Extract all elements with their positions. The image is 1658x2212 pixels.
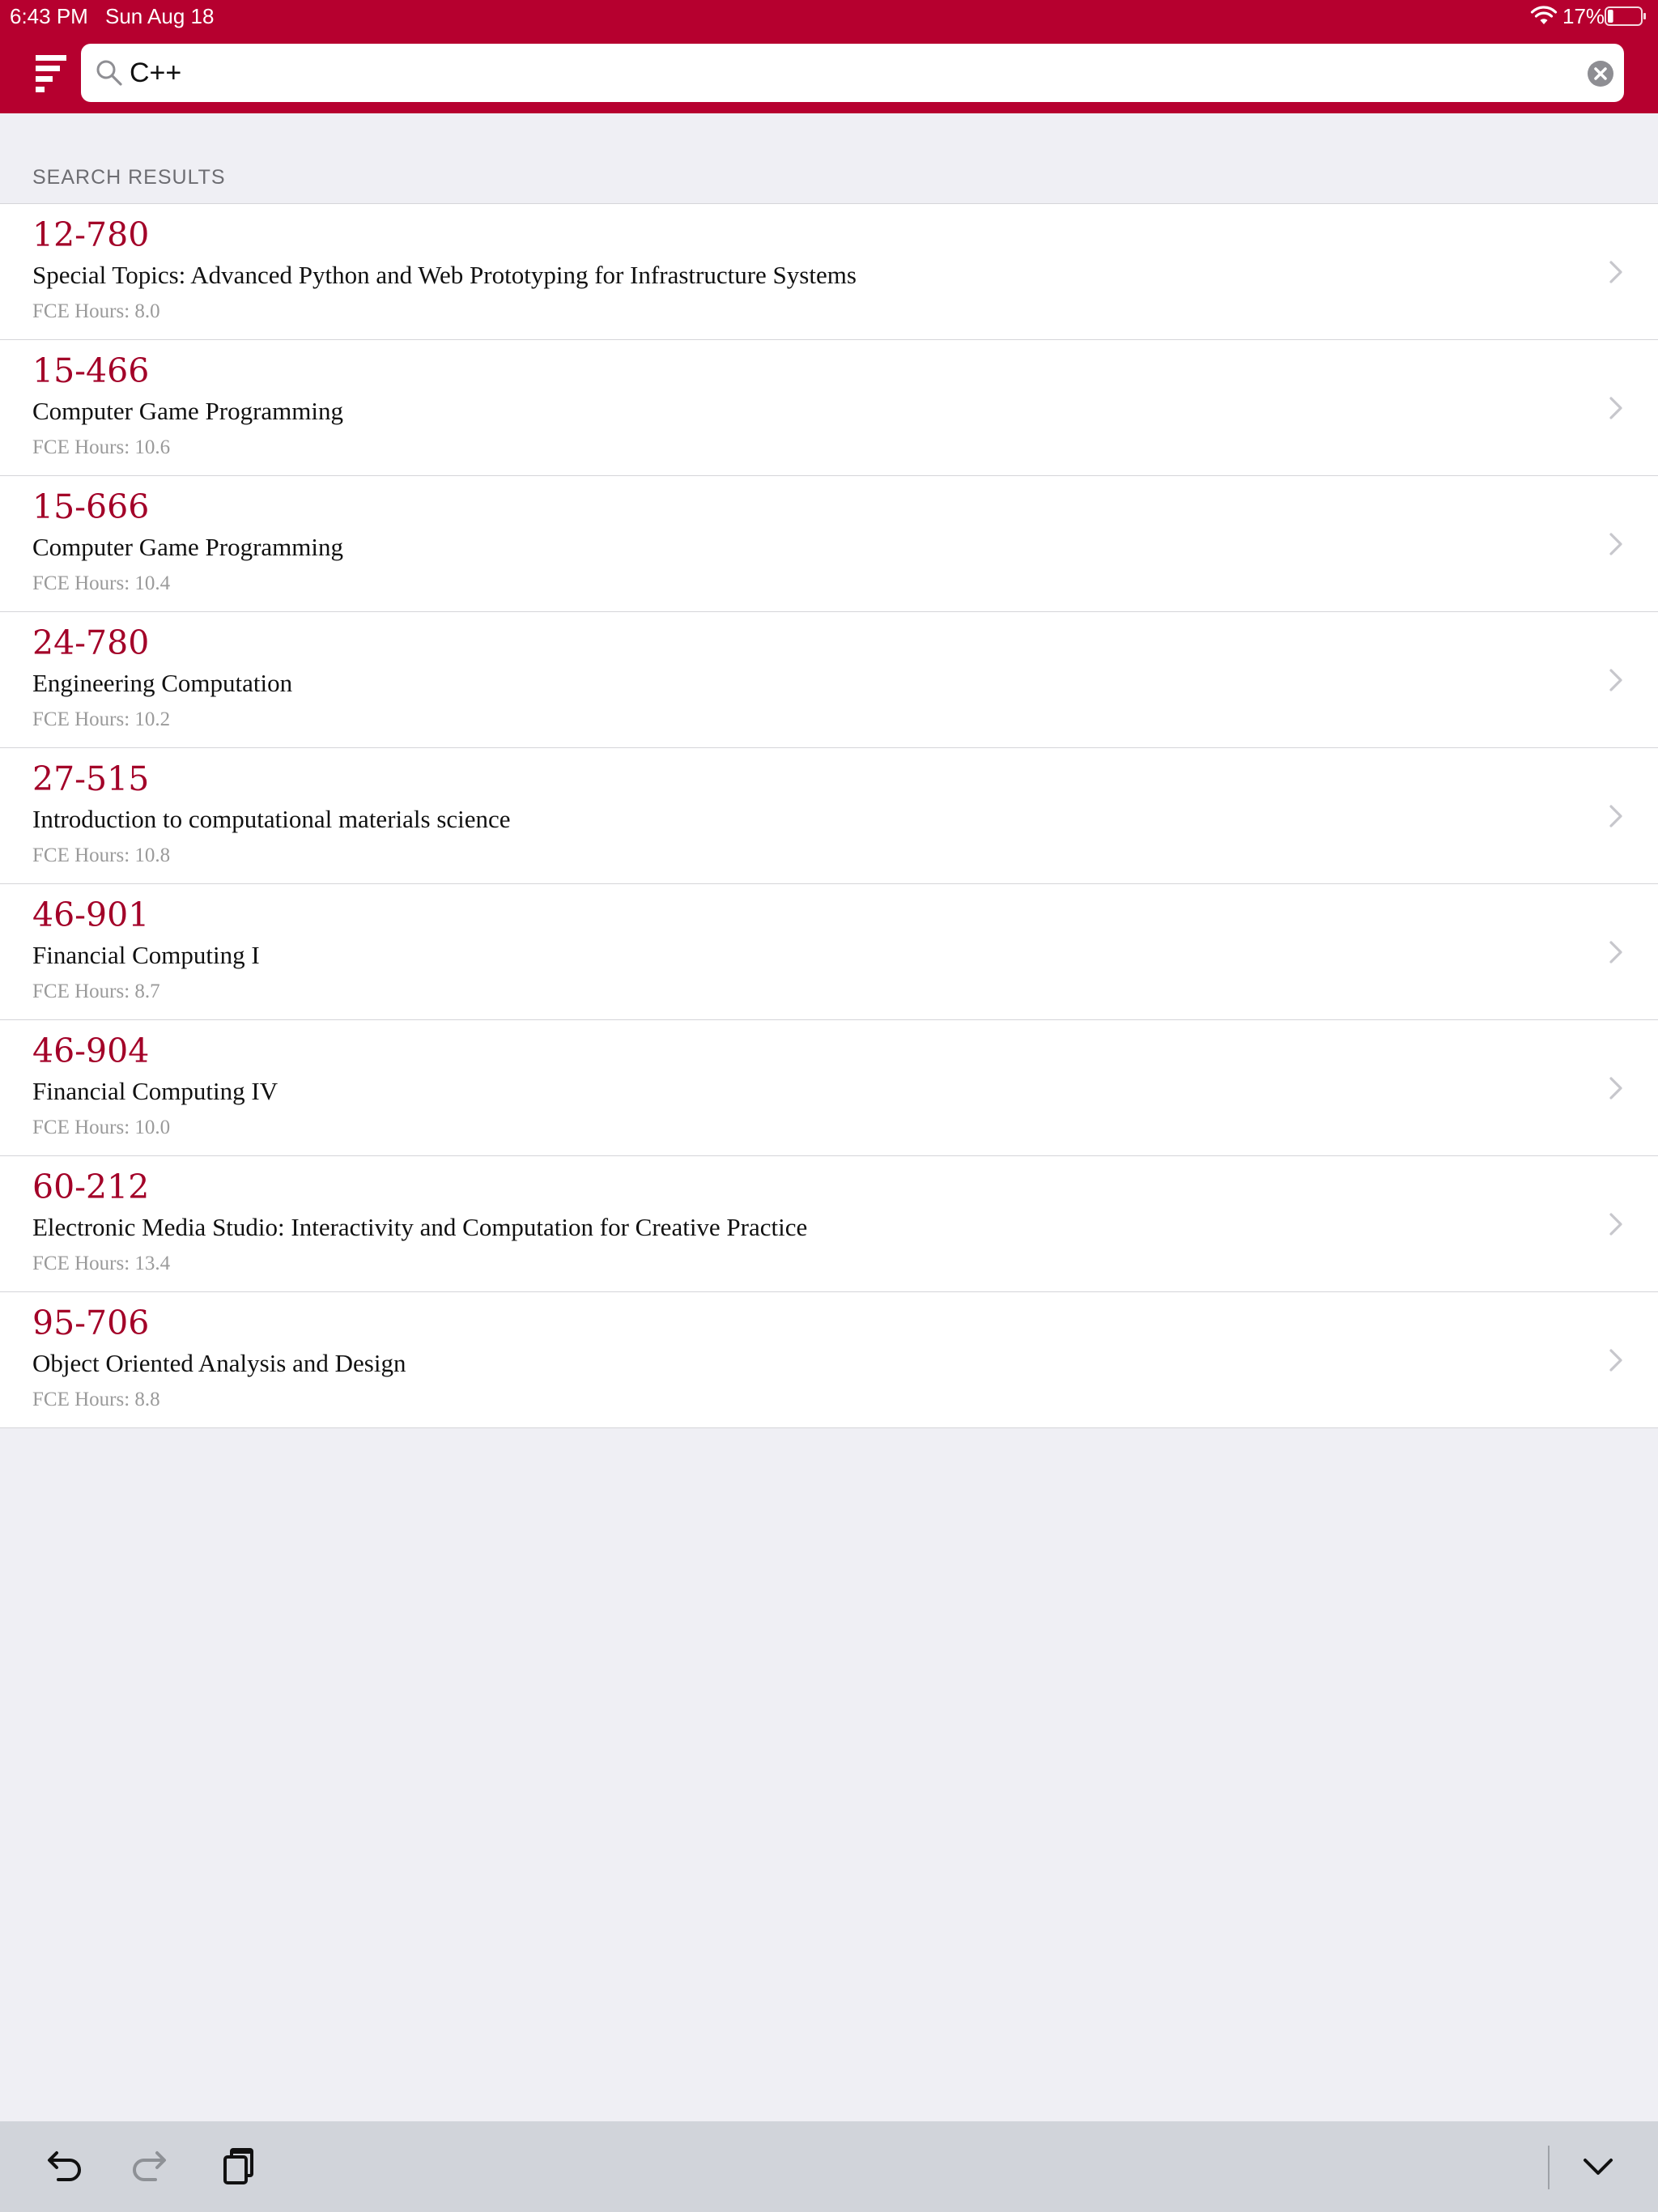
course-title: Computer Game Programming	[32, 397, 343, 425]
course-title: Financial Computing IV	[32, 1077, 278, 1105]
course-title: Electronic Media Studio: Interactivity a…	[32, 1213, 808, 1241]
chevron-right-icon	[1609, 805, 1622, 827]
chevron-right-icon	[1609, 669, 1622, 691]
course-number: 12-780	[32, 215, 150, 254]
result-row[interactable]: 12-780 Special Topics: Advanced Python a…	[0, 204, 1658, 340]
search-bar[interactable]	[81, 44, 1624, 102]
result-row[interactable]: 27-515 Introduction to computational mat…	[0, 748, 1658, 884]
toolbar-divider	[1548, 2146, 1550, 2189]
app-header: 6:43 PM Sun Aug 18 17%	[0, 0, 1658, 113]
course-number: 46-904	[32, 1032, 150, 1070]
chevron-right-icon	[1609, 533, 1622, 555]
status-time: 6:43 PM	[10, 4, 88, 28]
course-number: 60-212	[32, 1168, 150, 1206]
chevron-right-icon	[1609, 397, 1622, 419]
chevron-right-icon	[1609, 1077, 1622, 1100]
result-row[interactable]: 24-780 Engineering Computation FCE Hours…	[0, 612, 1658, 748]
course-number: 24-780	[32, 623, 150, 662]
course-number: 15-466	[32, 351, 150, 390]
course-fce-hours: FCE Hours: 10.8	[32, 844, 171, 866]
course-number: 95-706	[32, 1304, 150, 1342]
course-title: Engineering Computation	[32, 669, 293, 697]
course-title: Financial Computing I	[32, 941, 260, 969]
course-title: Introduction to computational materials …	[32, 805, 511, 833]
undo-icon[interactable]	[40, 2144, 86, 2189]
status-bar: 6:43 PM Sun Aug 18 17%	[0, 0, 1658, 32]
course-title: Object Oriented Analysis and Design	[32, 1349, 406, 1377]
result-row[interactable]: 15-466 Computer Game Programming FCE Hou…	[0, 340, 1658, 476]
keyboard-shortcut-bar	[0, 2121, 1658, 2212]
course-number: 46-901	[32, 895, 150, 934]
course-fce-hours: FCE Hours: 10.6	[32, 436, 171, 458]
result-row[interactable]: 46-904 Financial Computing IV FCE Hours:…	[0, 1020, 1658, 1156]
chevron-right-icon	[1609, 1349, 1622, 1372]
chevron-right-icon	[1609, 261, 1622, 283]
battery-percent: 17%	[1562, 4, 1605, 28]
course-number: 15-666	[32, 487, 150, 526]
menu-icon[interactable]	[31, 53, 70, 92]
status-date: Sun Aug 18	[105, 4, 215, 28]
result-row[interactable]: 46-901 Financial Computing I FCE Hours: …	[0, 884, 1658, 1020]
result-row[interactable]: 15-666 Computer Game Programming FCE Hou…	[0, 476, 1658, 612]
search-icon	[96, 60, 122, 86]
search-results-list: 12-780 Special Topics: Advanced Python a…	[0, 203, 1658, 1428]
course-title: Special Topics: Advanced Python and Web …	[32, 261, 857, 289]
course-fce-hours: FCE Hours: 8.0	[32, 300, 160, 322]
course-fce-hours: FCE Hours: 10.2	[32, 708, 171, 730]
battery-icon	[1605, 6, 1646, 26]
course-number: 27-515	[32, 759, 150, 798]
wifi-icon	[1530, 6, 1558, 24]
course-fce-hours: FCE Hours: 10.4	[32, 572, 171, 594]
section-header: SEARCH RESULTS	[32, 166, 226, 189]
chevron-down-icon[interactable]	[1575, 2144, 1621, 2189]
course-fce-hours: FCE Hours: 10.0	[32, 1117, 171, 1138]
course-fce-hours: FCE Hours: 13.4	[32, 1253, 171, 1274]
chevron-right-icon	[1609, 1213, 1622, 1236]
result-row[interactable]: 60-212 Electronic Media Studio: Interact…	[0, 1156, 1658, 1292]
course-title: Computer Game Programming	[32, 533, 343, 561]
course-fce-hours: FCE Hours: 8.8	[32, 1389, 160, 1410]
clear-icon[interactable]	[1587, 60, 1614, 87]
chevron-right-icon	[1609, 941, 1622, 963]
result-row[interactable]: 95-706 Object Oriented Analysis and Desi…	[0, 1292, 1658, 1427]
search-input[interactable]	[130, 44, 1554, 102]
redo-icon[interactable]	[128, 2144, 173, 2189]
course-fce-hours: FCE Hours: 8.7	[32, 981, 160, 1002]
paste-icon[interactable]	[215, 2144, 261, 2189]
